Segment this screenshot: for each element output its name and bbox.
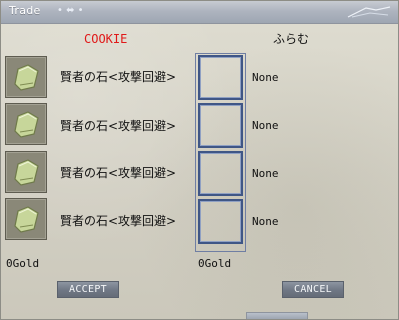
right-gold-amount: 0Gold (198, 257, 232, 270)
trade-window: Trade • ⬌ • COOKIE ふらむ 賢者の石<攻撃回避> 賢者の石<攻… (0, 0, 399, 320)
green-stone-icon (14, 206, 39, 233)
trade-slot-2[interactable] (198, 103, 243, 148)
left-item-name: 賢者の石<攻撃回避> (60, 166, 177, 180)
green-stone-icon (14, 111, 39, 138)
left-item-name: 賢者の石<攻撃回避> (60, 119, 177, 133)
resize-icon[interactable] (346, 5, 392, 19)
right-item-name: None (252, 215, 279, 228)
item-slot[interactable] (5, 103, 47, 145)
item-slot[interactable] (5, 198, 47, 240)
left-item-name: 賢者の石<攻撃回避> (60, 214, 177, 228)
title-bar[interactable]: Trade • ⬌ • (1, 1, 398, 24)
trade-slot-1[interactable] (198, 55, 243, 100)
left-gold-amount: 0Gold (6, 257, 40, 270)
window-title: Trade (9, 4, 41, 17)
left-trader-name: COOKIE (84, 32, 128, 46)
right-item-name: None (252, 167, 279, 180)
accept-button[interactable]: ACCEPT (57, 281, 119, 298)
trade-slot-4[interactable] (198, 199, 243, 244)
left-item-name: 賢者の石<攻撃回避> (60, 70, 177, 84)
green-stone-icon (14, 64, 39, 91)
green-stone-icon (14, 159, 39, 186)
item-slot[interactable] (5, 151, 47, 193)
trade-slot-3[interactable] (198, 151, 243, 196)
item-slot[interactable] (5, 56, 47, 98)
title-decoration: • ⬌ • (57, 5, 84, 16)
cancel-button[interactable]: CANCEL (282, 281, 344, 298)
right-item-name: None (252, 71, 279, 84)
right-trader-name: ふらむ (273, 32, 310, 46)
bottom-drag-handle[interactable] (246, 312, 308, 319)
right-item-name: None (252, 119, 279, 132)
